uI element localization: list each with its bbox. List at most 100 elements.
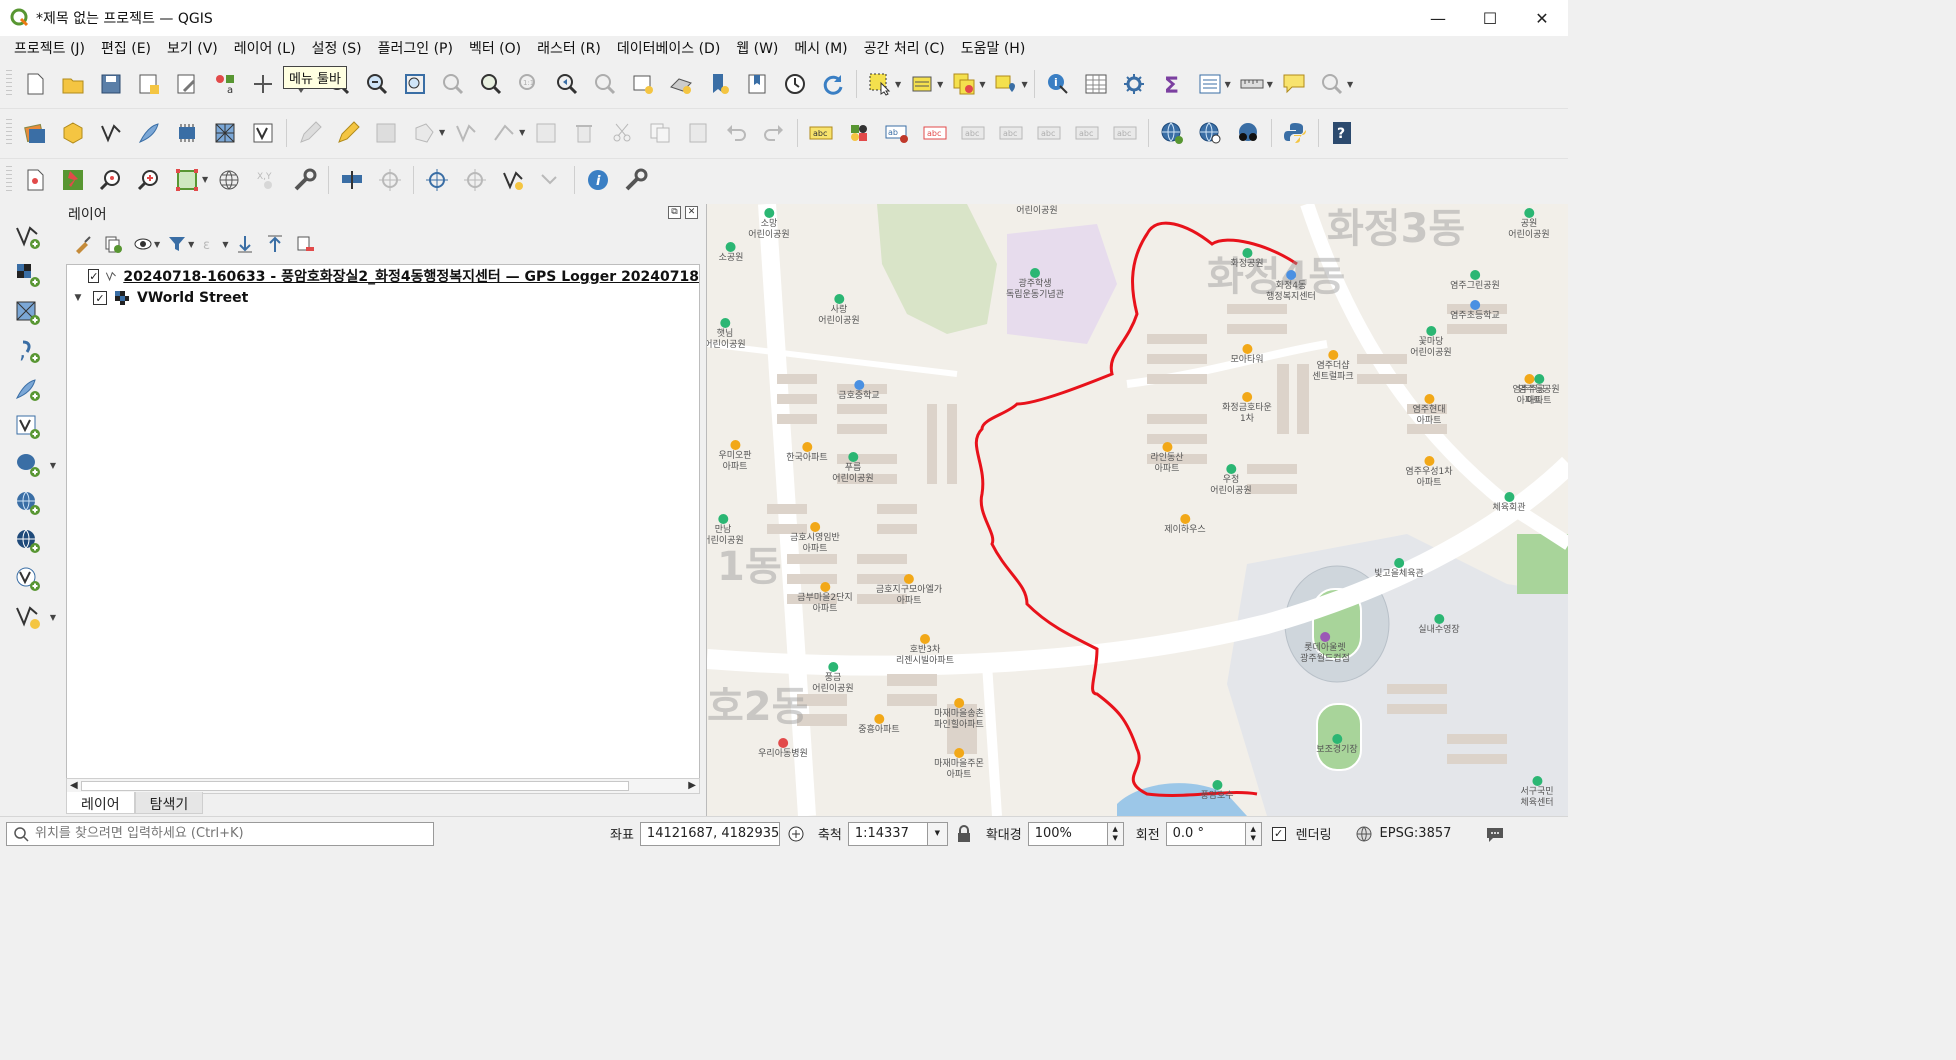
new-3d-map-view-icon[interactable] [666,69,696,99]
chevron-down-icon[interactable]: ▼ [927,821,948,846]
chevron-down-icon[interactable]: ▼ [71,293,85,303]
add-raster-layer-icon[interactable] [10,257,46,293]
geocoding-icon[interactable] [1233,118,1263,148]
new-mesh-layer-icon[interactable] [210,118,240,148]
rotation-spinner[interactable]: ▲ ▼ [1245,821,1262,846]
filter-legend-icon[interactable] [165,232,189,256]
scroll-left-icon[interactable]: ◀ [70,780,78,791]
xy-tool-icon[interactable]: X,Y [252,165,282,195]
rotate-label-icon[interactable]: abc [1072,118,1102,148]
new-spatial-bookmark-icon[interactable] [704,69,734,99]
new-virtual-layer-icon[interactable] [172,118,202,148]
select-extent-icon[interactable] [172,165,202,195]
render-checkbox[interactable]: ✓ [1271,826,1286,841]
menu-project[interactable]: 프로젝트 (J) [6,38,93,58]
measure-line-icon[interactable] [1237,69,1267,99]
scrollbar-thumb[interactable] [81,781,629,791]
pin-point-icon[interactable] [58,165,88,195]
change-label-icon[interactable]: abc [1110,118,1140,148]
save-edits-icon[interactable] [371,118,401,148]
menu-view[interactable]: 보기 (V) [159,38,226,58]
help-contents-icon[interactable]: ? [1327,118,1357,148]
select-by-value-icon[interactable] [907,69,937,99]
close-button[interactable]: ✕ [1516,0,1568,36]
new-temporary-layer-icon[interactable] [248,118,278,148]
add-wfs-layer-icon[interactable] [10,561,46,597]
chevron-down-icon[interactable]: ▼ [937,80,943,89]
zoom-out-icon[interactable] [362,69,392,99]
undo-icon[interactable] [721,118,751,148]
chevron-down-icon[interactable]: ▼ [154,240,160,249]
chevron-down-icon[interactable]: ▼ [188,240,194,249]
menu-mesh[interactable]: 메시 (M) [786,38,855,58]
data-source-manager-icon[interactable] [20,118,50,148]
toggle-editing-icon[interactable] [295,118,325,148]
add-polygon-feature-icon[interactable] [409,118,439,148]
layer-row[interactable]: ✓ 20240718-160633 - 풍암호화장실2_화정4동행정복지센터 —… [67,266,699,286]
add-delimited-text-layer-icon[interactable]: , [10,333,46,369]
processing-toolbox-icon[interactable] [1119,69,1149,99]
chevron-down-icon[interactable]: ▼ [1021,80,1027,89]
add-wcs-layer-icon[interactable] [10,523,46,559]
scroll-right-icon[interactable]: ▶ [688,780,696,791]
gps-log-icon[interactable] [536,165,566,195]
zoom-to-selection-icon[interactable] [438,69,468,99]
menu-web[interactable]: 웹 (W) [728,38,786,58]
options-wrench-icon[interactable] [621,165,651,195]
temporal-controller-icon[interactable] [780,69,810,99]
new-map-view-icon[interactable] [628,69,658,99]
gps-create-feature-icon[interactable] [498,165,528,195]
identify-features-icon[interactable]: i [1043,69,1073,99]
menu-plugins[interactable]: 플러그인 (P) [370,38,461,58]
collapse-all-icon[interactable] [263,232,287,256]
menu-database[interactable]: 데이터베이스 (D) [609,38,728,58]
zoom-to-layer-icon[interactable] [476,69,506,99]
add-spatialite-layer-icon[interactable] [10,371,46,407]
style-panel-icon[interactable] [71,232,95,256]
layer-visibility-checkbox[interactable]: ✓ [88,269,100,283]
chevron-down-icon[interactable]: ▼ [439,128,445,137]
mouse-coordinates-toggle-icon[interactable] [786,824,806,844]
zoom-next-icon[interactable] [590,69,620,99]
toolbar-grip[interactable] [6,165,12,194]
locator-input[interactable] [35,826,425,841]
new-geopackage-layer-icon[interactable] [58,118,88,148]
gps-add-vertex-icon[interactable] [422,165,452,195]
show-bookmarks-icon[interactable] [742,69,772,99]
menu-edit[interactable]: 편집 (E) [93,38,159,58]
manage-visibility-icon[interactable] [131,232,155,256]
maximize-button[interactable]: ☐ [1464,0,1516,36]
filter-by-expression-icon[interactable]: ε [199,232,223,256]
toolbar-grip[interactable] [6,70,12,98]
style-manager-icon[interactable]: a [210,69,240,99]
locator-bar[interactable] [6,821,434,846]
add-mesh-layer-icon[interactable] [10,295,46,331]
open-attribute-table-icon[interactable] [1081,69,1111,99]
move-label-icon[interactable]: abc [1034,118,1064,148]
diagram-options-icon[interactable] [844,118,874,148]
minimize-button[interactable]: — [1412,0,1464,36]
new-shapefile-layer-icon[interactable] [96,118,126,148]
layout-manager-icon[interactable] [172,69,202,99]
delete-selected-icon[interactable] [569,118,599,148]
menu-vector[interactable]: 벡터 (O) [461,38,529,58]
chevron-down-icon[interactable]: ▼ [50,613,56,622]
tab-browser[interactable]: 탐색기 [134,792,204,814]
zoom-full-icon[interactable] [400,69,430,99]
layer-labeling-icon[interactable]: ab [882,118,912,148]
messages-icon[interactable] [1485,824,1505,844]
scale-field[interactable]: 1:14337 [847,821,928,846]
new-vector-layer-icon[interactable]: ▼ [10,599,56,635]
float-panel-icon[interactable]: ⧉ [668,206,681,219]
settings-wrench-icon[interactable] [290,165,320,195]
layer-visibility-checkbox[interactable]: ✓ [93,291,107,305]
map-tips-icon[interactable] [1279,69,1309,99]
chevron-down-icon[interactable]: ▼ [50,461,56,470]
magnifier-spinner[interactable]: ▲ ▼ [1107,821,1124,846]
lock-scale-icon[interactable] [954,824,974,844]
globe-grid-icon[interactable] [214,165,244,195]
redo-icon[interactable] [759,118,789,148]
deselect-features-icon[interactable] [949,69,979,99]
select-features-icon[interactable] [865,69,895,99]
attribute-form-icon[interactable] [1195,69,1225,99]
